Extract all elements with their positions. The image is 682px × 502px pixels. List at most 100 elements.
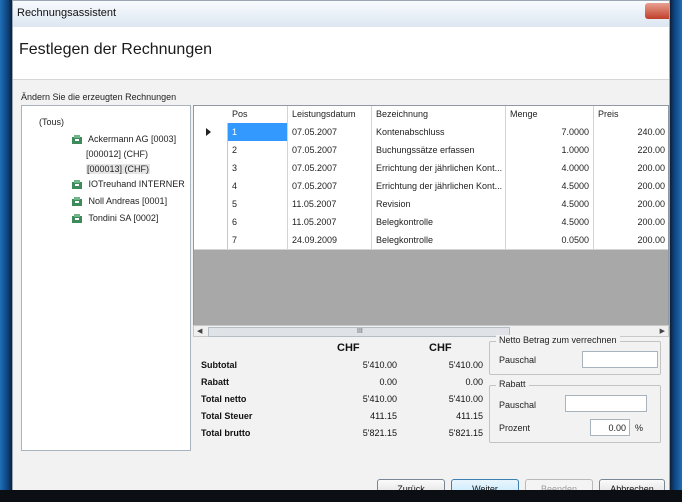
- cell-leistungsdatum[interactable]: 07.05.2007: [288, 123, 372, 141]
- cell-pos[interactable]: 7: [228, 231, 288, 249]
- cell-leistungsdatum[interactable]: 07.05.2007: [288, 177, 372, 195]
- table-row[interactable]: 3 07.05.2007 Errichtung der jährlichen Kon…: [194, 159, 668, 178]
- row-header[interactable]: [194, 123, 228, 141]
- wizard-window: Rechnungsassistent Festlegen der Rechnun…: [12, 0, 670, 492]
- cell-menge[interactable]: 4.5000: [506, 195, 594, 213]
- header-band: Festlegen der Rechnungen: [13, 27, 669, 80]
- client-tree[interactable]: (Tous) Ackermann AG [0003] [000012] (CHF…: [21, 105, 191, 451]
- netto-pauschal-label: Pauschal: [499, 355, 537, 365]
- rabatt-title: Rabatt: [496, 379, 529, 389]
- cell-bezeichnung[interactable]: Belegkontrolle: [372, 231, 506, 249]
- netto-pauschal-input[interactable]: [582, 351, 658, 368]
- rabatt-pauschal-label: Pauschal: [499, 400, 537, 410]
- frame-right-glow: [668, 0, 682, 502]
- table-row[interactable]: 7 24.09.2009 Belegkontrolle 0.0500 200.00: [194, 231, 668, 250]
- page-title: Festlegen der Rechnungen: [19, 41, 213, 58]
- rabatt-prozent-input[interactable]: [590, 419, 630, 436]
- totals-currency-1: CHF: [337, 342, 360, 354]
- cell-pos[interactable]: 4: [228, 177, 288, 195]
- table-row[interactable]: 5 11.05.2007 Revision 4.5000 200.00: [194, 195, 668, 214]
- col-header-menge[interactable]: Menge: [506, 106, 594, 123]
- cell-pos[interactable]: 1: [228, 123, 288, 141]
- cell-pos[interactable]: 3: [228, 159, 288, 177]
- cell-menge[interactable]: 4.0000: [506, 159, 594, 177]
- tree-item-client[interactable]: Ackermann AG [0003]: [72, 134, 176, 145]
- scroll-right-icon[interactable]: ▶: [660, 327, 665, 335]
- client-icon: [72, 214, 82, 224]
- col-header-pos[interactable]: Pos: [228, 106, 288, 123]
- cell-menge[interactable]: 4.5000: [506, 177, 594, 195]
- cell-preis[interactable]: 200.00: [594, 177, 668, 195]
- cell-leistungsdatum[interactable]: 07.05.2007: [288, 141, 372, 159]
- rabatt-group: Rabatt Pauschal Prozent %: [489, 379, 661, 443]
- cell-menge[interactable]: 4.5000: [506, 213, 594, 231]
- table-row[interactable]: 4 07.05.2007 Errichtung der jährlichen Kon…: [194, 177, 668, 196]
- cell-bezeichnung[interactable]: Buchungssätze erfassen: [372, 141, 506, 159]
- cell-pos[interactable]: 6: [228, 213, 288, 231]
- cell-preis[interactable]: 200.00: [594, 213, 668, 231]
- col-header-leistungsdatum[interactable]: Leistungsdatum: [288, 106, 372, 123]
- totals-currency-2: CHF: [429, 342, 452, 354]
- row-header[interactable]: [194, 141, 228, 159]
- client-icon: [72, 180, 82, 190]
- col-header-preis[interactable]: Preis: [594, 106, 668, 123]
- title-bar[interactable]: Rechnungsassistent: [13, 1, 669, 28]
- totals-label: Rabatt: [201, 377, 230, 387]
- cell-pos[interactable]: 2: [228, 141, 288, 159]
- row-header[interactable]: [194, 213, 228, 231]
- cell-bezeichnung[interactable]: Kontenabschluss: [372, 123, 506, 141]
- table-row[interactable]: 2 07.05.2007 Buchungssätze erfassen 1.0000 2…: [194, 141, 668, 160]
- tree-root[interactable]: (Tous): [39, 117, 64, 127]
- cell-bezeichnung[interactable]: Errichtung der jährlichen Kont...: [372, 177, 506, 195]
- row-header[interactable]: [194, 231, 228, 249]
- table-row[interactable]: 6 11.05.2007 Belegkontrolle 4.5000 200.00: [194, 213, 668, 232]
- totals-value: 411.15: [370, 411, 397, 421]
- scroll-left-icon[interactable]: ◀: [197, 327, 202, 335]
- totals-value: 5'410.00: [448, 360, 483, 370]
- cell-bezeichnung[interactable]: Belegkontrolle: [372, 213, 506, 231]
- cell-preis[interactable]: 240.00: [594, 123, 668, 141]
- scroll-grip: III: [357, 328, 363, 335]
- window-title: Rechnungsassistent: [17, 7, 117, 19]
- netto-betrag-group: Netto Betrag zum verrechnen Pauschal: [489, 335, 661, 375]
- totals-label: Subtotal: [201, 360, 237, 370]
- tree-item-client[interactable]: IOTreuhand INTERNER: [72, 179, 185, 190]
- col-header-bezeichnung[interactable]: Bezeichnung: [372, 106, 506, 123]
- totals-value: 411.15: [456, 411, 483, 421]
- rabatt-pauschal-input[interactable]: [565, 395, 647, 412]
- cell-preis[interactable]: 200.00: [594, 231, 668, 249]
- cell-preis[interactable]: 220.00: [594, 141, 668, 159]
- client-icon: [72, 197, 82, 207]
- tree-item-client[interactable]: Noll Andreas [0001]: [72, 196, 168, 207]
- frame-bottom: [0, 490, 682, 502]
- totals-value: 0.00: [465, 377, 483, 387]
- cell-menge[interactable]: 1.0000: [506, 141, 594, 159]
- cell-leistungsdatum[interactable]: 24.09.2009: [288, 231, 372, 249]
- cell-menge[interactable]: 0.0500: [506, 231, 594, 249]
- cell-bezeichnung[interactable]: Errichtung der jährlichen Kont...: [372, 159, 506, 177]
- rabatt-prozent-unit: %: [635, 423, 644, 433]
- tree-item-invoice-selected[interactable]: [000013] (CHF): [86, 164, 151, 174]
- cell-bezeichnung[interactable]: Revision: [372, 195, 506, 213]
- cell-pos[interactable]: 5: [228, 195, 288, 213]
- rabatt-prozent-label: Prozent: [499, 423, 531, 433]
- cell-menge[interactable]: 7.0000: [506, 123, 594, 141]
- tree-item-invoice[interactable]: [000012] (CHF): [86, 149, 148, 159]
- table-row[interactable]: 1 07.05.2007 Kontenabschluss 7.0000 240.00: [194, 123, 668, 142]
- tree-item-client[interactable]: Tondini SA [0002]: [72, 213, 159, 224]
- tree-item-label: Tondini SA [0002]: [88, 213, 159, 223]
- row-header[interactable]: [194, 159, 228, 177]
- cell-preis[interactable]: 200.00: [594, 195, 668, 213]
- invoice-lines-grid[interactable]: Pos Leistungsdatum Bezeichnung Menge Pre…: [193, 105, 669, 327]
- cell-leistungsdatum[interactable]: 11.05.2007: [288, 195, 372, 213]
- cell-leistungsdatum[interactable]: 11.05.2007: [288, 213, 372, 231]
- row-header[interactable]: [194, 177, 228, 195]
- client-icon: [72, 135, 82, 145]
- cell-preis[interactable]: 200.00: [594, 159, 668, 177]
- tree-item-label: Noll Andreas [0001]: [88, 196, 168, 206]
- close-button[interactable]: [645, 3, 669, 19]
- scroll-thumb[interactable]: III: [208, 327, 510, 337]
- row-header[interactable]: [194, 195, 228, 213]
- cell-leistungsdatum[interactable]: 07.05.2007: [288, 159, 372, 177]
- tree-item-label: IOTreuhand INTERNER: [88, 179, 185, 189]
